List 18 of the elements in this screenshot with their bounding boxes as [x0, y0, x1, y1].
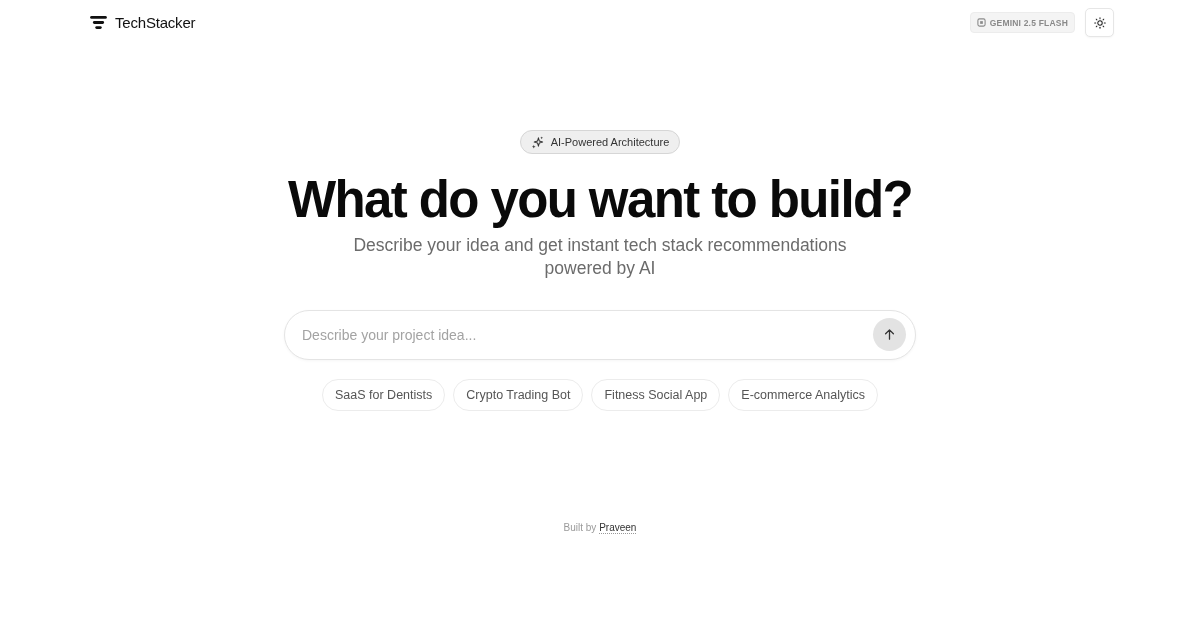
project-idea-input[interactable]: Describe your project idea...	[284, 310, 916, 360]
feature-badge: AI-Powered Architecture	[519, 130, 681, 154]
footer-credit: Built by Praveen	[563, 522, 637, 533]
stacked-bars-icon	[90, 16, 107, 29]
chip-icon	[976, 18, 986, 27]
sun-icon	[1093, 16, 1106, 29]
model-badge: GEMINI 2.5 FLASH	[969, 12, 1075, 33]
suggestion-chip[interactable]: Fitness Social App	[591, 379, 721, 411]
page-heading: What do you want to build?	[287, 171, 913, 229]
suggestion-chip[interactable]: E-commerce Analytics	[728, 379, 878, 411]
author-link[interactable]: Praveen	[599, 522, 637, 533]
logo-text: TechStacker	[115, 14, 196, 31]
arrow-up-icon	[883, 328, 896, 341]
theme-toggle-button[interactable]	[1085, 8, 1114, 37]
suggestion-chip[interactable]: SaaS for Dentists	[322, 379, 446, 411]
sparkles-icon	[530, 135, 544, 149]
page-subtitle: Describe your idea and get instant tech stack recommendations powered by AI	[352, 234, 848, 280]
suggestion-chip[interactable]: Crypto Trading Bot	[453, 379, 584, 411]
